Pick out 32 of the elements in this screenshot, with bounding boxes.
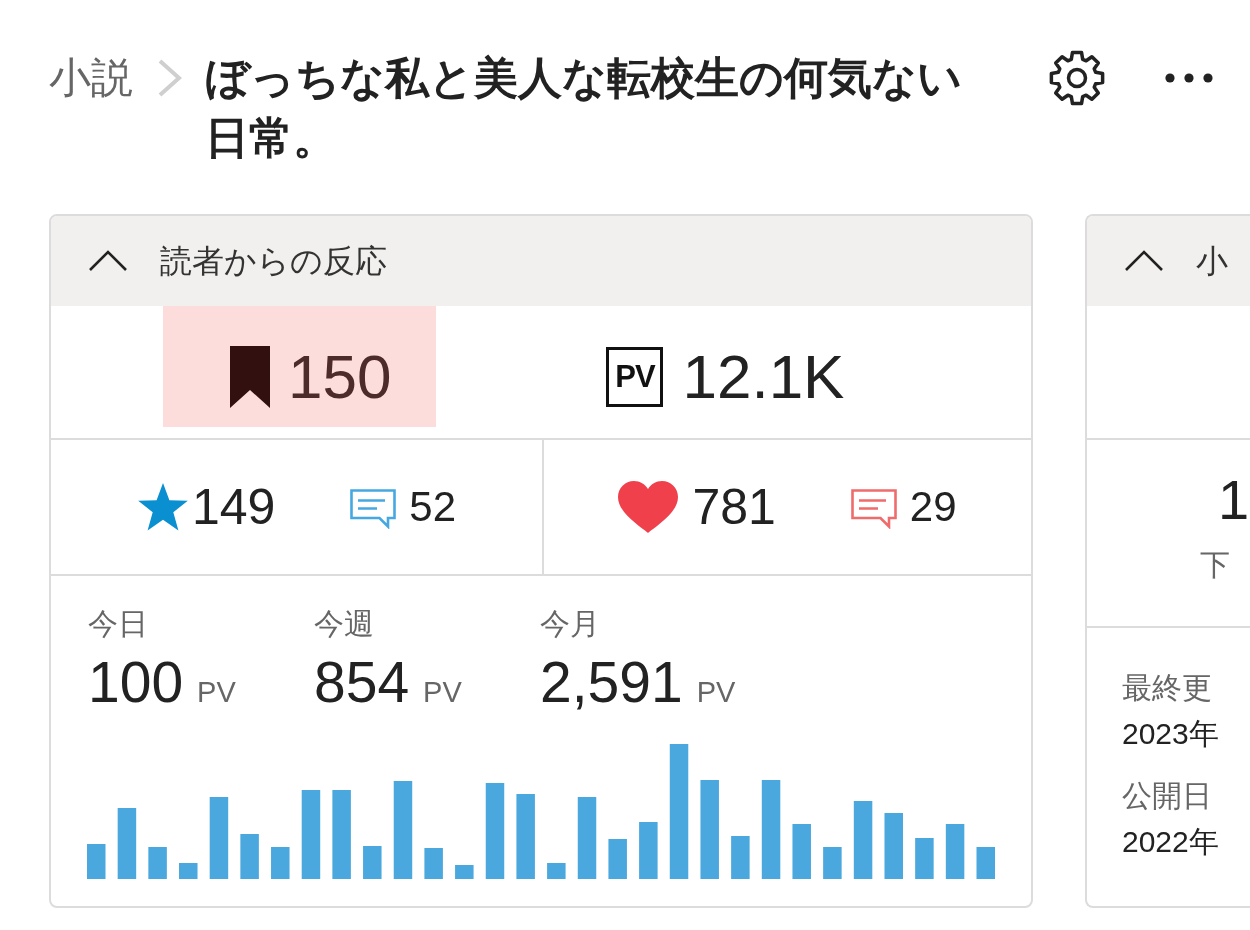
more-options-icon[interactable]	[1165, 73, 1213, 83]
stat-value: 149	[191, 479, 276, 535]
pv-unit: PV	[696, 676, 736, 709]
pv-symbol: PV	[606, 347, 664, 407]
period-label: 今日	[88, 606, 148, 642]
date-value: 2023年	[1122, 716, 1219, 752]
stat-value: 29	[909, 482, 957, 532]
period-label: 今週	[314, 606, 374, 642]
caret-up-icon[interactable]	[1124, 250, 1164, 272]
pv-value: 100	[88, 650, 184, 714]
date-label: 最終更	[1122, 670, 1212, 706]
period-label: 今月	[540, 606, 600, 642]
chevron-right-icon	[157, 58, 183, 98]
date-label: 公開日	[1122, 778, 1212, 814]
count-value: 1	[1218, 468, 1250, 532]
bookmark-icon	[230, 346, 270, 408]
breadcrumb-link[interactable]: 小説	[49, 48, 133, 108]
stat-value: 781	[692, 479, 776, 535]
card-title: 読者からの反応	[160, 242, 387, 281]
pv-unit: PV	[197, 676, 236, 709]
settings-icon[interactable]	[1048, 49, 1106, 107]
caret-up-icon[interactable]	[88, 250, 128, 272]
pv-unit: PV	[423, 676, 462, 709]
stat-value: 150	[288, 346, 392, 408]
stat-value: 12.1K	[682, 346, 845, 408]
date-value: 2022年	[1122, 824, 1219, 860]
novel-title: ぼっちな私と美人な転校生の何気ない日常。	[205, 52, 963, 164]
pv-value: 854	[314, 650, 410, 714]
pv-value: 2,591	[540, 650, 683, 714]
count-label: 下	[1200, 547, 1230, 583]
stat-value: 52	[409, 482, 457, 532]
card-title: 小	[1196, 242, 1228, 281]
